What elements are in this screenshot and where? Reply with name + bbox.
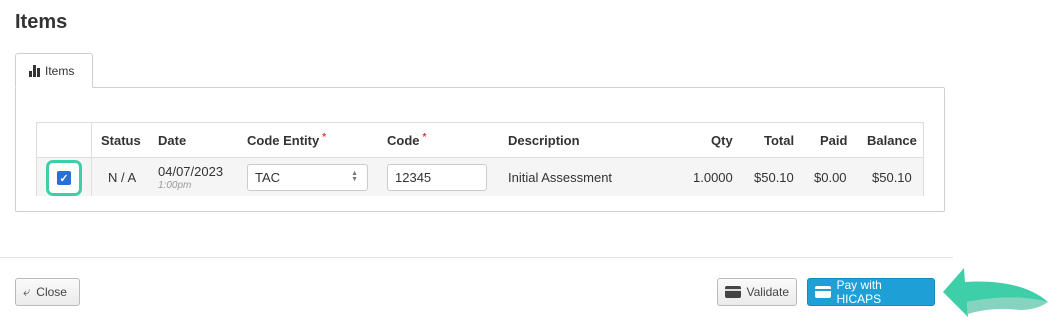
col-qty: Qty (711, 132, 733, 148)
table-row: ✓ N / A 04/07/2023 1:00pm TAC ▲ ▼ 12345 I… (37, 158, 923, 196)
row-description: Initial Assessment (508, 169, 613, 185)
col-paid: Paid (820, 132, 848, 148)
pointer-arrow-icon (943, 268, 1048, 317)
code-entity-value: TAC (255, 170, 281, 185)
code-input[interactable]: 12345 (387, 164, 487, 191)
row-status: N / A (108, 169, 137, 185)
col-balance: Balance (867, 132, 917, 148)
table-header: Status Date Code Entity * Code * Descripti… (37, 123, 923, 158)
col-code-entity: Code Entity * (247, 123, 326, 157)
col-total: Total (764, 132, 795, 148)
validate-button[interactable]: Validate (717, 278, 797, 306)
tab-items-label: Items (45, 63, 75, 78)
col-status: Status (101, 132, 141, 148)
close-button-label: Close (36, 285, 67, 299)
col-code: Code * (387, 123, 426, 157)
col-date: Date (158, 132, 187, 148)
tab-items[interactable]: Items (15, 53, 93, 88)
row-paid: $0.00 (814, 169, 847, 185)
column-divider (91, 123, 92, 157)
checkmark-icon: ✓ (57, 171, 71, 185)
pay-with-hicaps-button[interactable]: Pay with HICAPS (807, 278, 935, 306)
column-divider (91, 158, 92, 196)
bar-chart-icon (29, 64, 40, 77)
pay-button-label: Pay with HICAPS (836, 278, 882, 306)
required-marker: * (322, 131, 327, 143)
validate-button-label: Validate (746, 285, 789, 299)
footer-divider (0, 257, 953, 258)
credit-card-icon (725, 286, 741, 298)
row-qty: 1.0000 (693, 169, 733, 185)
row-total: $50.10 (754, 169, 794, 185)
col-code-label: Code (387, 132, 420, 148)
row-balance: $50.10 (872, 169, 912, 185)
row-date: 04/07/2023 1:00pm (158, 158, 223, 196)
items-table: Status Date Code Entity * Code * Descripti… (36, 122, 924, 196)
page-title: Items (15, 11, 68, 33)
col-description: Description (508, 132, 580, 148)
row-date-value: 04/07/2023 (158, 163, 224, 179)
close-button[interactable]: ⤶ Close (15, 278, 80, 306)
credit-card-icon (815, 286, 831, 298)
required-marker: * (422, 131, 427, 143)
col-code-entity-label: Code Entity (247, 132, 320, 148)
code-entity-select[interactable]: TAC ▲ ▼ (247, 164, 368, 191)
select-arrows-icon: ▲ ▼ (351, 170, 358, 183)
reply-icon: ⤶ (23, 284, 31, 299)
row-time-value: 1:00pm (158, 179, 192, 191)
row-select-checkbox[interactable]: ✓ (46, 160, 82, 196)
